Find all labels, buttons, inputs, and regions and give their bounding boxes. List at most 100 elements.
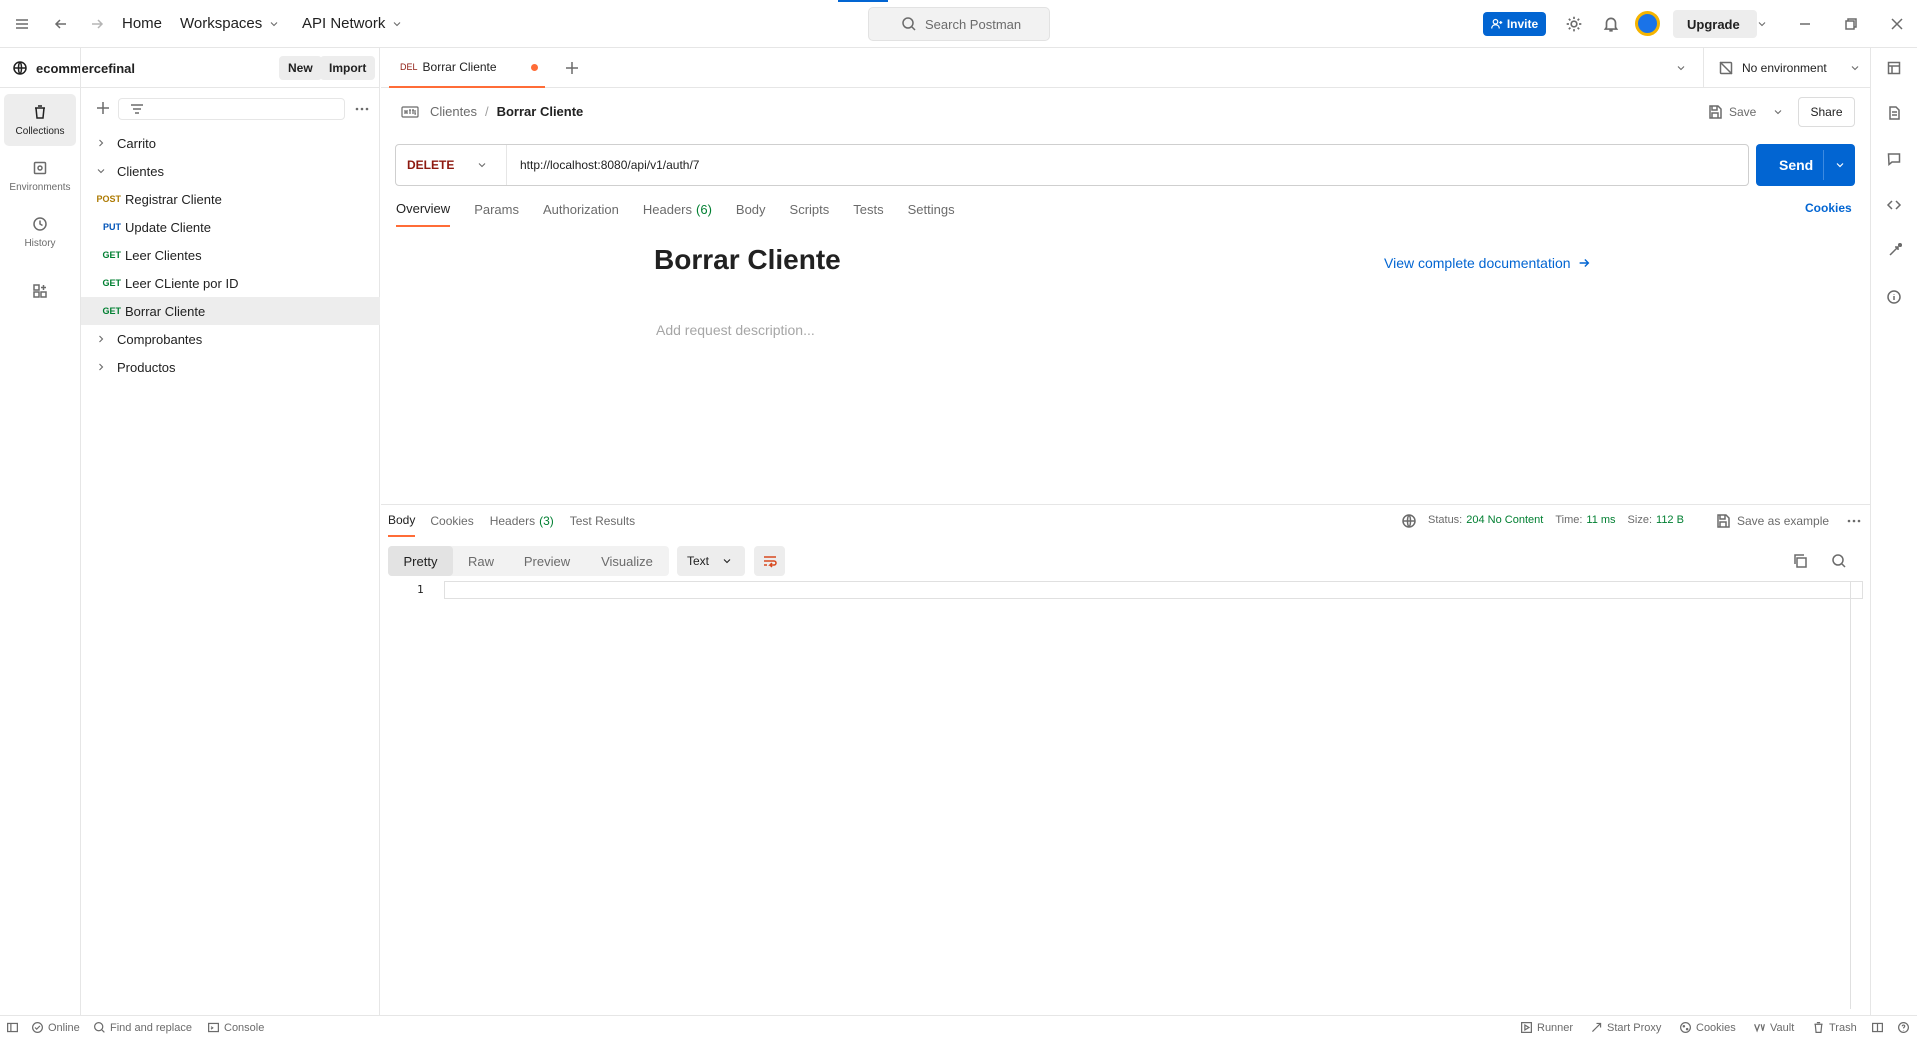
view-documentation-link[interactable]: View complete documentation [1384,255,1591,271]
console-label: Console [224,1021,265,1034]
chevron-down-icon[interactable] [1756,18,1768,30]
start-proxy-button[interactable]: Start Proxy [1590,1021,1661,1034]
home-link[interactable]: Home [122,15,162,32]
tab-params[interactable]: Params [474,202,519,226]
help-icon[interactable] [1897,1021,1910,1034]
save-options-chevron-icon[interactable] [1772,106,1784,118]
minimize-icon[interactable] [1797,16,1813,32]
tab-body[interactable]: Body [736,202,766,226]
rail-collections[interactable]: Collections [4,94,76,146]
related-collections-icon[interactable] [1886,243,1902,259]
tabs-dropdown-icon[interactable] [1675,62,1687,74]
breadcrumb-current[interactable]: Borrar Cliente [497,104,584,119]
editor-scrollbar[interactable] [1850,581,1851,1009]
folder-carrito[interactable]: Carrito [81,129,380,157]
view-raw[interactable]: Raw [453,546,509,576]
copy-icon[interactable] [1792,553,1808,569]
trash-button[interactable]: Trash [1812,1021,1857,1034]
import-button[interactable]: Import [320,56,376,80]
time-value[interactable]: 11 ms [1586,514,1615,526]
view-preview[interactable]: Preview [509,546,585,576]
tab-borrar-cliente[interactable]: DEL Borrar Cliente [389,48,545,88]
folder-productos[interactable]: Productos [81,353,380,381]
runner-icon [1521,1022,1532,1033]
info-icon[interactable] [1886,289,1902,305]
environment-selector[interactable]: No environment [1703,48,1870,88]
new-tab-plus-icon[interactable] [564,60,580,76]
invite-button[interactable]: Invite [1483,12,1546,36]
avatar[interactable] [1635,11,1660,36]
cookies-button[interactable]: Cookies [1679,1021,1736,1034]
send-options-chevron-icon[interactable] [1834,159,1846,171]
network-globe-icon[interactable] [1401,513,1417,529]
url-input[interactable]: http://localhost:8080/api/v1/auth/7 [520,158,699,172]
add-icon[interactable] [95,100,111,116]
tab-scripts[interactable]: Scripts [790,202,830,226]
code-icon[interactable] [1886,197,1902,213]
settings-gear-icon[interactable] [1565,15,1583,33]
upgrade-button[interactable]: Upgrade [1673,10,1766,38]
comments-icon[interactable] [1886,151,1902,167]
request-registrar-cliente[interactable]: POST Registrar Cliente [81,185,380,213]
close-icon[interactable] [1889,16,1905,32]
tab-headers[interactable]: Headers [643,202,692,226]
search-input[interactable]: Search Postman [868,7,1050,41]
save-as-example-button[interactable]: Save as example [1715,513,1829,529]
format-select[interactable]: Text [677,546,745,576]
method-badge: GET [102,250,121,260]
status-badge[interactable]: 204 No Content [1466,514,1543,526]
vault-button[interactable]: Vault [1753,1021,1794,1034]
console-button[interactable]: Console [207,1021,264,1034]
tab-settings[interactable]: Settings [908,202,955,226]
send-button[interactable]: Send [1756,144,1855,186]
share-button[interactable]: Share [1798,97,1855,127]
folder-comprobantes[interactable]: Comprobantes [81,325,380,353]
tab-overview[interactable]: Overview [396,201,451,227]
resp-tab-headers[interactable]: Headers [490,514,535,536]
folder-clientes[interactable]: Clientes [81,157,380,185]
response-body-editor[interactable] [444,581,1863,599]
workspaces-menu[interactable]: Workspaces [180,15,280,32]
wrap-lines-button[interactable] [754,546,785,576]
size-value[interactable]: 112 B [1656,514,1684,526]
request-leer-clientes[interactable]: GET Leer Clientes [81,241,380,269]
request-title[interactable]: Borrar Cliente [654,244,841,276]
online-status[interactable]: Online [31,1021,80,1034]
resp-tab-cookies[interactable]: Cookies [430,514,473,536]
request-description[interactable]: Add request description... [656,322,815,338]
api-network-menu[interactable]: API Network [302,15,403,32]
forward-arrow-icon[interactable] [89,16,105,32]
request-leer-cliente-por-id[interactable]: GET Leer CLiente por ID [81,269,380,297]
request-update-cliente[interactable]: PUT Update Cliente [81,213,380,241]
runner-button[interactable]: Runner [1520,1021,1573,1034]
environment-quicklook-icon[interactable] [1886,60,1902,76]
rail-environments[interactable]: Environments [4,150,76,202]
view-pretty[interactable]: Pretty [388,546,453,576]
new-button[interactable]: New [279,56,322,80]
configure-grid-icon[interactable] [32,283,48,299]
top-bar: Home Workspaces API Network Search Postm… [0,0,1917,48]
back-arrow-icon[interactable] [53,16,69,32]
request-borrar-cliente[interactable]: GET Borrar Cliente [81,297,380,325]
view-visualize[interactable]: Visualize [585,546,669,576]
tab-tests[interactable]: Tests [853,202,883,226]
cookies-link[interactable]: Cookies [1805,201,1852,215]
more-options-icon[interactable] [354,101,370,117]
resp-tab-body[interactable]: Body [388,513,416,537]
tab-authorization[interactable]: Authorization [543,202,619,226]
search-response-icon[interactable] [1831,553,1847,569]
resp-tab-test-results[interactable]: Test Results [570,514,635,536]
response-more-icon[interactable] [1846,513,1862,529]
documentation-icon[interactable] [1886,105,1902,121]
notifications-bell-icon[interactable] [1602,15,1620,33]
breadcrumb-parent[interactable]: Clientes [430,104,477,119]
rail-history[interactable]: History [4,206,76,258]
method-select[interactable]: DELETE [396,145,507,185]
layout-icon[interactable] [1871,1021,1884,1034]
find-replace-button[interactable]: Find and replace [93,1021,192,1034]
save-button[interactable]: Save [1707,104,1756,120]
menu-icon[interactable] [14,16,30,32]
filter-input[interactable] [118,98,345,120]
toggle-sidebar-icon[interactable] [6,1021,19,1034]
restore-icon[interactable] [1843,16,1859,32]
